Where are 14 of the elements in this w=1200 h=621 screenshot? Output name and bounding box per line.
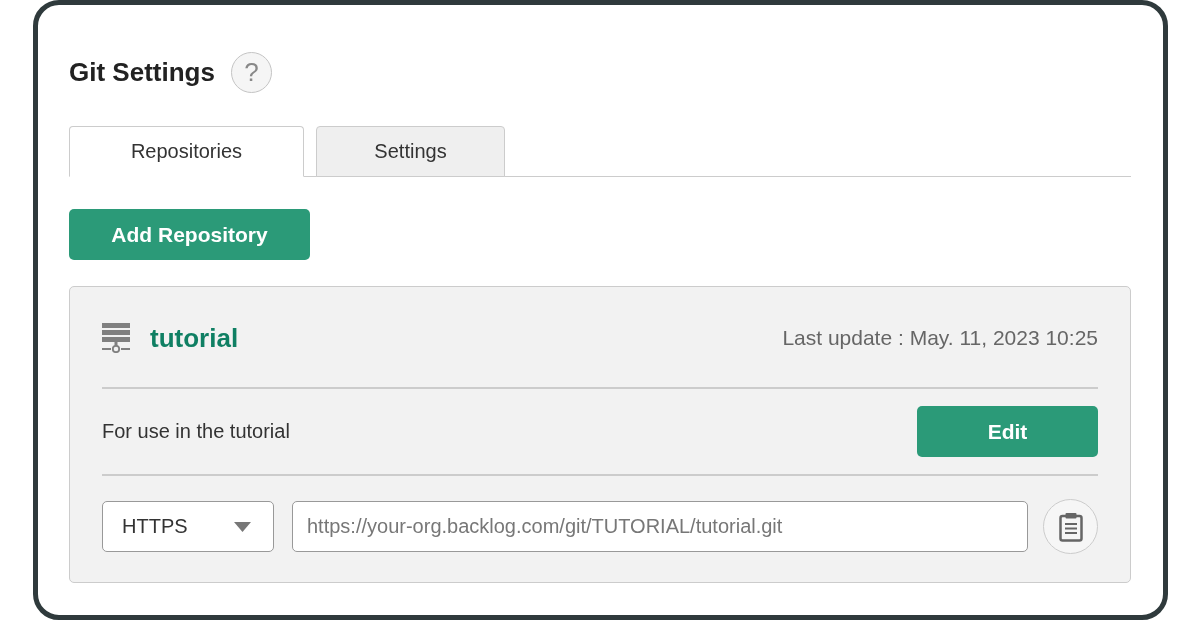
tab[interactable]: Repositories xyxy=(69,126,304,177)
add-repository-button[interactable]: Add Repository xyxy=(69,209,310,260)
repository-description: For use in the tutorial xyxy=(102,420,290,443)
protocol-select[interactable]: HTTPS xyxy=(102,501,274,552)
server-icon xyxy=(102,323,130,353)
clipboard-icon xyxy=(1058,511,1083,542)
caret-icon xyxy=(234,521,251,532)
tab[interactable]: Settings xyxy=(316,126,505,177)
repository-name: tutorial xyxy=(150,322,239,354)
help-button[interactable]: ? xyxy=(230,51,272,93)
last-update-text: Last update : May. 11, 2023 10:25 xyxy=(782,326,1098,350)
edit-button[interactable]: Edit xyxy=(917,406,1098,457)
url-field[interactable]: https://your-org.backlog.com/git/TUTORIAL/tutorial.git xyxy=(292,501,1028,552)
page-title: Git Settings xyxy=(69,56,215,88)
